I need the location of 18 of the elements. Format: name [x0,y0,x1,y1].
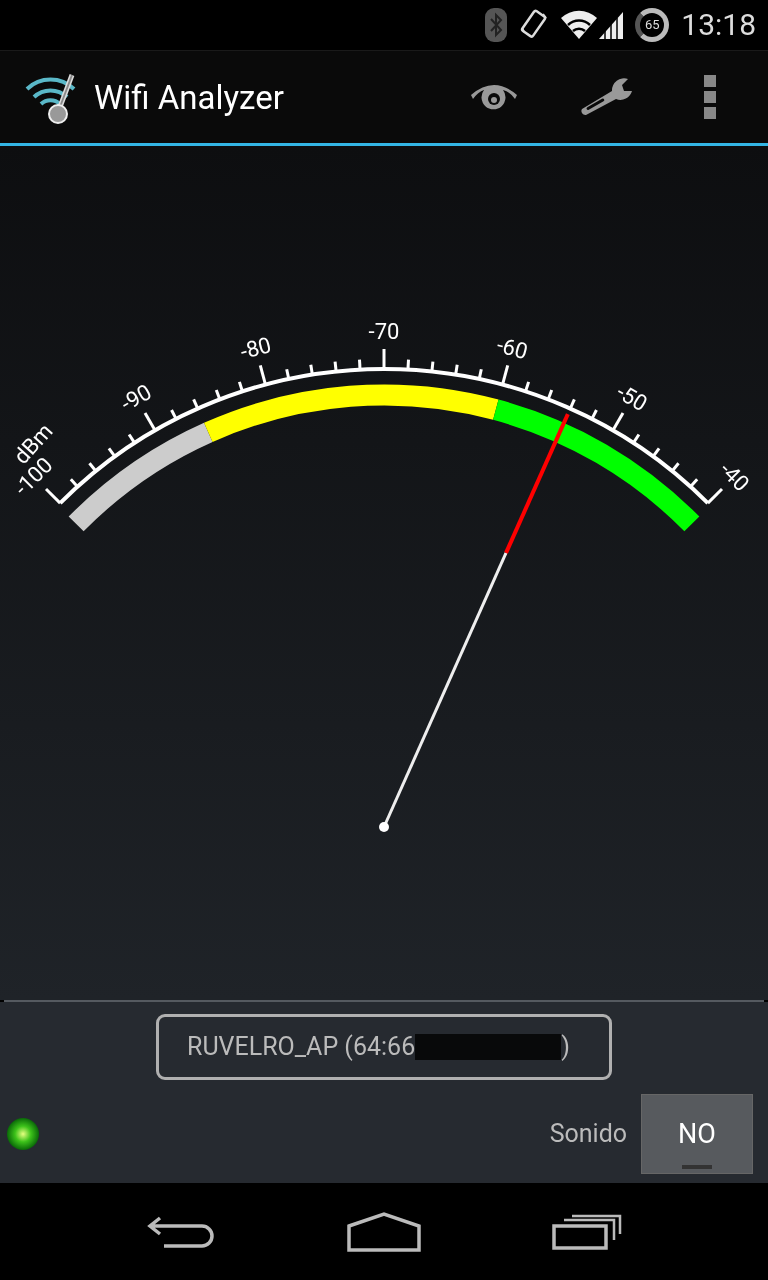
scale-label: -40 [714,456,755,497]
home-icon[interactable] [347,1211,421,1252]
clock-time: 13:18 [681,10,756,40]
network-selector[interactable]: RUVELRO_AP (64:66 ) [156,1014,612,1080]
sound-label: Sonido [549,1118,627,1151]
scale-label: -80 [237,332,274,365]
battery-indicator: 65 [635,8,670,42]
scale-label: -50 [612,379,652,417]
wifi-signal-icon [561,10,624,40]
app-title: Wifi Analyzer [94,80,284,114]
network-suffix: ) [561,1031,570,1064]
scale-label: -60 [494,332,531,365]
scale-label: -70 [368,318,400,344]
bluetooth-icon [485,8,508,42]
sound-toggle[interactable]: NO [641,1094,753,1174]
scale-label: -90 [116,379,156,417]
network-name: RUVELRO_AP (64:66 [187,1031,416,1064]
recent-apps-icon[interactable] [552,1213,623,1250]
